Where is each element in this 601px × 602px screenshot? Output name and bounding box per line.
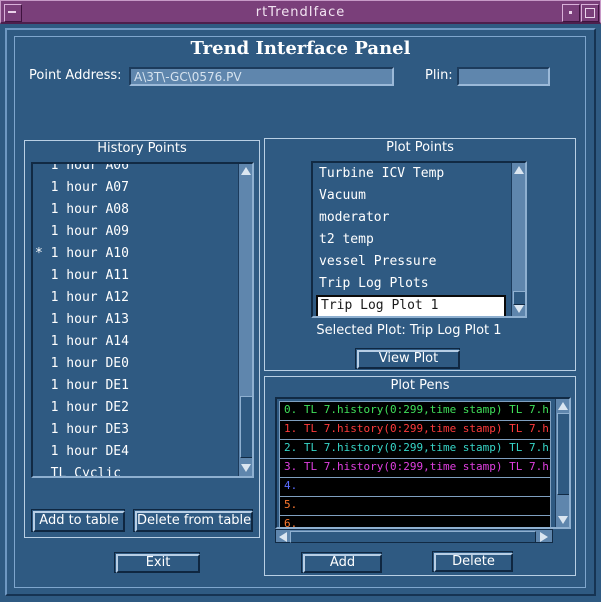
delete-from-table-button[interactable]: Delete from table bbox=[135, 511, 253, 532]
maximize-icon bbox=[585, 8, 595, 18]
pen-list-item[interactable]: 2. TL 7.history(0:299,time stamp) TL 7.h… bbox=[279, 439, 551, 459]
plin-field[interactable] bbox=[457, 67, 550, 86]
add-to-table-button-frame: Add to table bbox=[31, 509, 125, 532]
pen-list-item[interactable]: 6. bbox=[279, 515, 551, 527]
plin-label: Plin: bbox=[425, 68, 453, 83]
history-list-item[interactable]: * 1 hour A10 bbox=[35, 243, 129, 265]
scroll-down-icon[interactable] bbox=[241, 464, 251, 472]
scroll-up-icon[interactable] bbox=[241, 167, 251, 175]
plot-items: Turbine ICV Temp Vacuum moderator t2 temp ve… bbox=[313, 163, 509, 316]
history-items: 1 hour A06 1 hour A07 1 hour A08 1 hour … bbox=[35, 164, 238, 476]
exit-button[interactable]: Exit bbox=[116, 554, 200, 573]
history-list-item[interactable]: 1 hour A13 bbox=[35, 309, 129, 331]
plot-pens-scroll-thumb[interactable] bbox=[557, 413, 569, 495]
history-list-item[interactable]: 1 hour DE0 bbox=[35, 353, 129, 375]
plot-list-item[interactable]: t2 temp bbox=[316, 229, 506, 251]
history-list-item[interactable]: 1 hour A07 bbox=[35, 177, 129, 199]
plot-points-scroll-thumb[interactable] bbox=[513, 291, 525, 305]
plot-list-item[interactable]: Vacuum bbox=[316, 185, 506, 207]
plot-list-item-selected[interactable]: Trip Log Plot 1 bbox=[316, 295, 506, 316]
plot-pens-title: Plot Pens bbox=[390, 378, 450, 393]
history-points-title: History Points bbox=[97, 141, 187, 156]
point-address-field[interactable]: A\3T\-GC\0576.PV bbox=[129, 67, 394, 86]
scroll-left-icon[interactable] bbox=[279, 532, 287, 542]
selected-plot-label: Selected Plot: Trip Log Plot 1 bbox=[316, 323, 502, 338]
history-list-item[interactable]: TL Cyclic bbox=[35, 463, 121, 476]
pen-list-item[interactable]: 3. TL 7.history(0:299,time stamp) TL 7.h… bbox=[279, 458, 551, 478]
history-points-list[interactable]: 1 hour A06 1 hour A07 1 hour A08 1 hour … bbox=[31, 162, 254, 478]
history-scroll-thumb[interactable] bbox=[240, 396, 252, 458]
scroll-down-icon[interactable] bbox=[514, 305, 524, 313]
plot-points-scrollbar[interactable] bbox=[511, 163, 525, 316]
scroll-right-icon[interactable] bbox=[540, 532, 548, 542]
exit-button-frame: Exit bbox=[114, 552, 200, 573]
history-list-item[interactable]: 1 hour A09 bbox=[35, 221, 129, 243]
pen-list-item[interactable]: 1. TL 7.history(0:299,time stamp) TL 7.h… bbox=[279, 420, 551, 440]
minimize-button[interactable] bbox=[562, 4, 580, 22]
history-list-item[interactable]: 1 hour DE3 bbox=[35, 419, 129, 441]
point-address-label: Point Address: bbox=[29, 68, 122, 83]
plot-list-item[interactable]: vessel Pressure bbox=[316, 251, 506, 273]
add-pen-button-frame: Add bbox=[301, 552, 382, 573]
window-title: rtTrendIface bbox=[255, 5, 346, 20]
delete-pen-button[interactable]: Delete bbox=[434, 553, 513, 572]
view-plot-button[interactable]: View Plot bbox=[357, 350, 460, 369]
scroll-up-icon[interactable] bbox=[558, 402, 568, 410]
plot-pens-hscroll-thumb[interactable] bbox=[290, 531, 536, 543]
plot-pens-scrollbar[interactable] bbox=[555, 399, 569, 527]
plot-list-item[interactable]: moderator bbox=[316, 207, 506, 229]
scroll-up-icon[interactable] bbox=[514, 166, 524, 174]
panel-heading: Trend Interface Panel bbox=[190, 38, 411, 59]
maximize-button[interactable] bbox=[581, 4, 599, 22]
history-list-item[interactable]: 1 hour A11 bbox=[35, 265, 129, 287]
add-pen-button[interactable]: Add bbox=[303, 554, 382, 573]
pen-list-item[interactable]: 0. TL 7.history(0:299,time stamp) TL 7.h… bbox=[279, 401, 551, 421]
plot-points-title: Plot Points bbox=[386, 140, 454, 155]
plot-list-item[interactable]: Trip Log Plots bbox=[316, 273, 506, 295]
pen-list-item[interactable]: 5. bbox=[279, 496, 551, 516]
history-list-item[interactable]: 1 hour A14 bbox=[35, 331, 129, 353]
plot-list-item[interactable]: Turbine ICV Temp bbox=[316, 163, 506, 185]
pen-items: 0. TL 7.history(0:299,time stamp) TL 7.h… bbox=[277, 399, 553, 527]
window-titlebar[interactable]: rtTrendIface bbox=[0, 0, 601, 24]
minimize-icon bbox=[569, 11, 572, 14]
history-list-item[interactable]: 1 hour DE2 bbox=[35, 397, 129, 419]
plot-pens-hscrollbar[interactable] bbox=[275, 529, 553, 543]
history-list-item[interactable]: 1 hour A08 bbox=[35, 199, 129, 221]
history-list-item[interactable]: 1 hour DE1 bbox=[35, 375, 129, 397]
history-scrollbar[interactable] bbox=[238, 164, 252, 476]
delete-from-table-button-frame: Delete from table bbox=[133, 509, 253, 532]
plot-points-list[interactable]: Turbine ICV Temp Vacuum moderator t2 temp ve… bbox=[311, 161, 527, 318]
view-plot-button-frame: View Plot bbox=[355, 348, 460, 369]
add-to-table-button[interactable]: Add to table bbox=[33, 511, 125, 532]
scroll-down-icon[interactable] bbox=[558, 516, 568, 524]
delete-pen-button-frame: Delete bbox=[432, 551, 513, 572]
history-list-item[interactable]: 1 hour DE4 bbox=[35, 441, 129, 463]
plot-pens-list[interactable]: 0. TL 7.history(0:299,time stamp) TL 7.h… bbox=[275, 397, 571, 529]
history-list-item[interactable]: 1 hour A06 bbox=[35, 164, 129, 177]
history-list-item[interactable]: 1 hour A12 bbox=[35, 287, 129, 309]
pen-list-item[interactable]: 4. bbox=[279, 477, 551, 497]
